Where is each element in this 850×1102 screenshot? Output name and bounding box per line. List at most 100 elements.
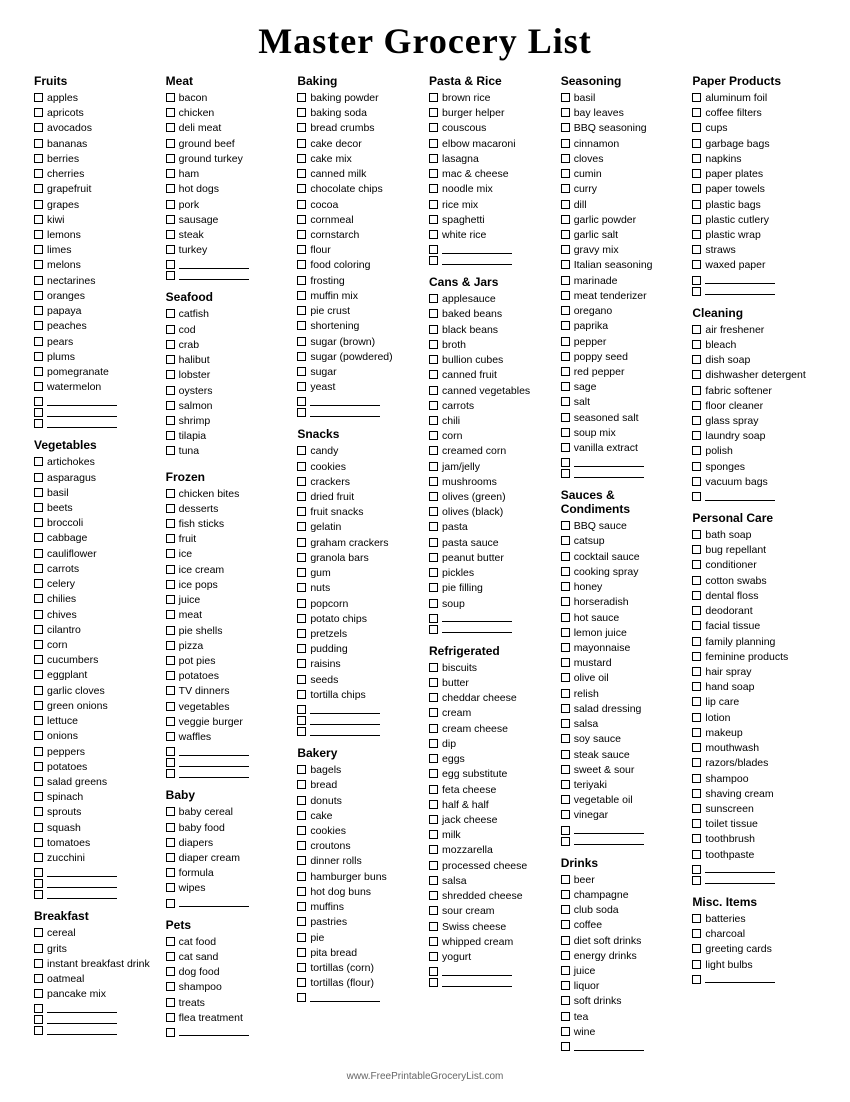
checkbox-icon[interactable]: [166, 686, 175, 695]
checkbox-icon[interactable]: [692, 462, 701, 471]
checkbox-icon[interactable]: [561, 367, 570, 376]
checkbox-icon[interactable]: [429, 522, 438, 531]
checkbox-icon[interactable]: [166, 807, 175, 816]
checkbox-icon[interactable]: [297, 675, 306, 684]
checkbox-icon[interactable]: [429, 693, 438, 702]
checkbox-icon[interactable]: [34, 488, 43, 497]
checkbox-icon[interactable]: [561, 673, 570, 682]
checkbox-icon[interactable]: [166, 504, 175, 513]
checkbox-icon[interactable]: [166, 370, 175, 379]
checkbox-icon[interactable]: [166, 271, 175, 280]
checkbox-icon[interactable]: [166, 883, 175, 892]
checkbox-icon[interactable]: [429, 245, 438, 254]
checkbox-icon[interactable]: [561, 337, 570, 346]
checkbox-icon[interactable]: [561, 567, 570, 576]
checkbox-icon[interactable]: [297, 599, 306, 608]
checkbox-icon[interactable]: [692, 789, 701, 798]
checkbox-icon[interactable]: [692, 944, 701, 953]
checkbox-icon[interactable]: [297, 245, 306, 254]
checkbox-icon[interactable]: [297, 690, 306, 699]
checkbox-icon[interactable]: [561, 826, 570, 835]
checkbox-icon[interactable]: [166, 641, 175, 650]
checkbox-icon[interactable]: [297, 568, 306, 577]
checkbox-icon[interactable]: [166, 671, 175, 680]
checkbox-icon[interactable]: [561, 582, 570, 591]
checkbox-icon[interactable]: [692, 591, 701, 600]
checkbox-icon[interactable]: [561, 795, 570, 804]
checkbox-icon[interactable]: [692, 431, 701, 440]
checkbox-icon[interactable]: [692, 276, 701, 285]
checkbox-icon[interactable]: [561, 981, 570, 990]
checkbox-icon[interactable]: [34, 853, 43, 862]
checkbox-icon[interactable]: [429, 967, 438, 976]
checkbox-icon[interactable]: [297, 978, 306, 987]
checkbox-icon[interactable]: [692, 492, 701, 501]
checkbox-icon[interactable]: [297, 408, 306, 417]
checkbox-icon[interactable]: [297, 963, 306, 972]
checkbox-icon[interactable]: [692, 401, 701, 410]
checkbox-icon[interactable]: [297, 139, 306, 148]
checkbox-icon[interactable]: [429, 139, 438, 148]
checkbox-icon[interactable]: [34, 747, 43, 756]
checkbox-icon[interactable]: [297, 917, 306, 926]
checkbox-icon[interactable]: [429, 922, 438, 931]
checkbox-icon[interactable]: [561, 996, 570, 1005]
checkbox-icon[interactable]: [166, 549, 175, 558]
checkbox-icon[interactable]: [429, 462, 438, 471]
checkbox-icon[interactable]: [692, 416, 701, 425]
checkbox-icon[interactable]: [429, 845, 438, 854]
checkbox-icon[interactable]: [34, 731, 43, 740]
checkbox-icon[interactable]: [561, 536, 570, 545]
checkbox-icon[interactable]: [34, 337, 43, 346]
checkbox-icon[interactable]: [561, 382, 570, 391]
checkbox-icon[interactable]: [166, 580, 175, 589]
checkbox-icon[interactable]: [297, 169, 306, 178]
checkbox-icon[interactable]: [34, 139, 43, 148]
checkbox-icon[interactable]: [692, 530, 701, 539]
checkbox-icon[interactable]: [297, 716, 306, 725]
checkbox-icon[interactable]: [561, 215, 570, 224]
checkbox-icon[interactable]: [34, 408, 43, 417]
checkbox-icon[interactable]: [561, 291, 570, 300]
checkbox-icon[interactable]: [561, 154, 570, 163]
checkbox-icon[interactable]: [34, 655, 43, 664]
checkbox-icon[interactable]: [166, 769, 175, 778]
checkbox-icon[interactable]: [34, 397, 43, 406]
checkbox-icon[interactable]: [692, 477, 701, 486]
checkbox-icon[interactable]: [692, 215, 701, 224]
checkbox-icon[interactable]: [429, 200, 438, 209]
checkbox-icon[interactable]: [561, 689, 570, 698]
checkbox-icon[interactable]: [561, 443, 570, 452]
checkbox-icon[interactable]: [34, 1026, 43, 1035]
checkbox-icon[interactable]: [429, 708, 438, 717]
checkbox-icon[interactable]: [166, 838, 175, 847]
checkbox-icon[interactable]: [297, 993, 306, 1002]
checkbox-icon[interactable]: [429, 876, 438, 885]
checkbox-icon[interactable]: [34, 890, 43, 899]
checkbox-icon[interactable]: [166, 325, 175, 334]
checkbox-icon[interactable]: [429, 340, 438, 349]
checkbox-icon[interactable]: [561, 875, 570, 884]
checkbox-icon[interactable]: [34, 169, 43, 178]
checkbox-icon[interactable]: [166, 169, 175, 178]
checkbox-icon[interactable]: [34, 306, 43, 315]
checkbox-icon[interactable]: [561, 306, 570, 315]
checkbox-icon[interactable]: [429, 446, 438, 455]
checkbox-icon[interactable]: [297, 462, 306, 471]
checkbox-icon[interactable]: [429, 294, 438, 303]
checkbox-icon[interactable]: [429, 614, 438, 623]
checkbox-icon[interactable]: [34, 823, 43, 832]
checkbox-icon[interactable]: [297, 727, 306, 736]
checkbox-icon[interactable]: [429, 800, 438, 809]
checkbox-icon[interactable]: [692, 606, 701, 615]
checkbox-icon[interactable]: [561, 397, 570, 406]
checkbox-icon[interactable]: [297, 200, 306, 209]
checkbox-icon[interactable]: [561, 780, 570, 789]
checkbox-icon[interactable]: [429, 553, 438, 562]
checkbox-icon[interactable]: [34, 503, 43, 512]
checkbox-icon[interactable]: [692, 446, 701, 455]
checkbox-icon[interactable]: [561, 169, 570, 178]
checkbox-icon[interactable]: [297, 629, 306, 638]
checkbox-icon[interactable]: [34, 579, 43, 588]
checkbox-icon[interactable]: [692, 975, 701, 984]
